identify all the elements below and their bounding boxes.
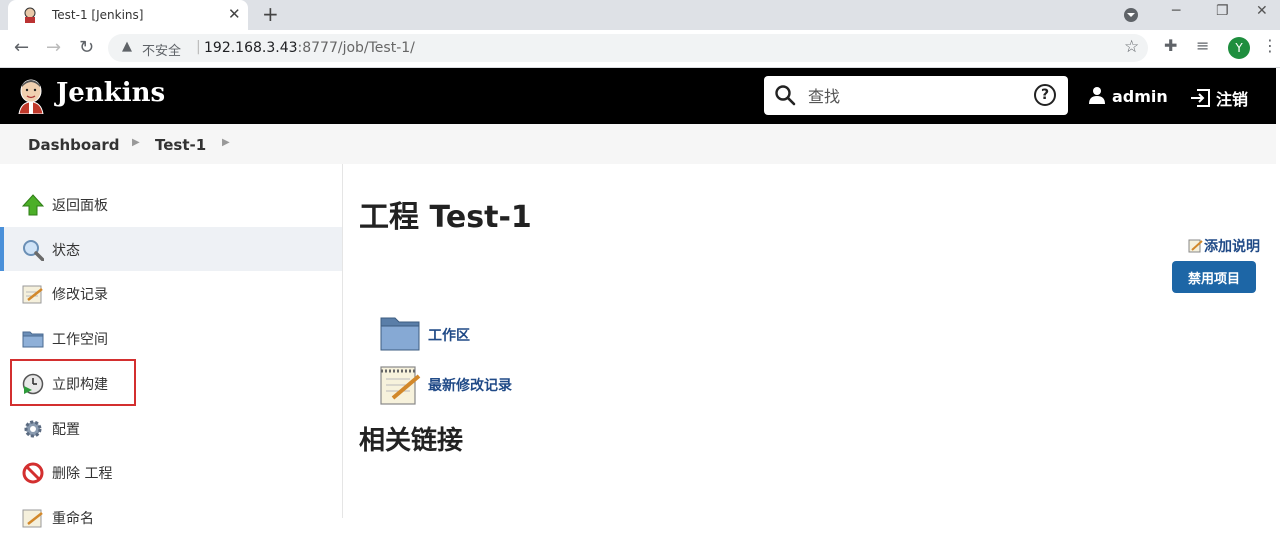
warning-icon[interactable]: ▲: [122, 39, 132, 54]
breadcrumb: Dashboard ▶ Test-1 ▶: [0, 124, 1276, 164]
sidebar-item-label: 返回面板: [52, 198, 108, 214]
search-icon: [775, 85, 796, 106]
search-box: ?: [764, 76, 1068, 115]
notepad-icon: [22, 285, 43, 304]
minimize-icon[interactable]: ─: [1172, 3, 1180, 19]
add-description-link[interactable]: 添加说明: [1188, 236, 1260, 256]
up-arrow-icon: [22, 194, 44, 216]
help-icon[interactable]: ?: [1034, 84, 1056, 106]
magnifier-icon: [23, 240, 44, 261]
notepad-icon: [380, 366, 421, 405]
tab-search-icon[interactable]: [1124, 8, 1138, 22]
jenkins-header: Jenkins ? admin 注销: [0, 68, 1276, 124]
back-icon[interactable]: ←: [14, 37, 29, 58]
url-text[interactable]: 192.168.3.43:8777/job/Test-1/: [204, 40, 415, 56]
page-title: 工程 Test-1: [359, 200, 532, 235]
sidebar-item-label: 立即构建: [52, 377, 108, 393]
folder-icon: [380, 317, 420, 351]
jenkins-brand[interactable]: Jenkins: [56, 78, 165, 108]
browser-tabstrip: Test-1 [Jenkins] ✕ + ─ ❐ ✕: [0, 0, 1280, 30]
username: admin: [1112, 87, 1168, 106]
logout-label: 注销: [1216, 90, 1249, 109]
reload-icon[interactable]: ↻: [79, 37, 94, 58]
side-panel: 返回面板 状态 修改记录 工作空间 立即构建 配置 删除 工程 重命名: [0, 164, 343, 528]
tab-close-icon[interactable]: ✕: [228, 5, 241, 23]
jenkins-logo-icon[interactable]: [16, 78, 46, 114]
sidebar-item-label: 修改记录: [52, 287, 108, 303]
sidebar-item-label: 删除 工程: [52, 466, 113, 482]
breadcrumb-dashboard[interactable]: Dashboard: [28, 136, 119, 154]
restore-icon[interactable]: ❐: [1216, 3, 1229, 19]
disable-project-button[interactable]: 禁用项目: [1172, 261, 1256, 293]
folder-icon: [22, 331, 44, 348]
add-description-label: 添加说明: [1204, 239, 1260, 255]
sidebar-item-changes[interactable]: 修改记录: [0, 271, 342, 315]
tab-title: Test-1 [Jenkins]: [52, 8, 144, 22]
breadcrumb-job[interactable]: Test-1: [155, 136, 206, 154]
sidebar-item-build-now[interactable]: 立即构建: [0, 361, 342, 405]
breadcrumb-chevron-icon[interactable]: ▶: [222, 137, 230, 148]
omnibox-divider: |: [196, 39, 201, 55]
build-clock-icon: [22, 373, 44, 395]
browser-toolbar: ← → ↻ ▲ 不安全 | 192.168.3.43:8777/job/Test…: [0, 30, 1280, 68]
main-panel: 工程 Test-1 添加说明 禁用项目 工作区 最新修改记录 相关链接: [343, 164, 1276, 518]
sidebar-item-back-to-dashboard[interactable]: 返回面板: [0, 182, 342, 226]
latest-changes-link-label: 最新修改记录: [428, 378, 512, 394]
sidebar-item-rename[interactable]: 重命名: [0, 495, 342, 539]
sidebar-item-label: 重命名: [52, 511, 94, 527]
logout-link[interactable]: 注销: [1190, 86, 1248, 110]
gear-icon: [24, 420, 42, 438]
user-link[interactable]: admin: [1088, 86, 1168, 106]
menu-icon[interactable]: ⋮: [1262, 36, 1278, 55]
workspace-link-label: 工作区: [428, 328, 470, 344]
sidebar-item-configure[interactable]: 配置: [0, 406, 342, 450]
bookmark-star-icon[interactable]: ☆: [1124, 37, 1139, 57]
media-control-icon[interactable]: ≡: [1196, 36, 1209, 55]
search-input[interactable]: [806, 82, 1030, 110]
sidebar-item-delete-project[interactable]: 删除 工程: [0, 450, 342, 494]
related-links-heading: 相关链接: [359, 426, 464, 456]
profile-avatar[interactable]: Y: [1228, 37, 1250, 59]
sidebar-item-label: 工作空间: [52, 332, 108, 348]
jenkins-favicon-icon: [24, 7, 36, 23]
browser-tab[interactable]: Test-1 [Jenkins] ✕: [8, 0, 248, 30]
close-window-icon[interactable]: ✕: [1256, 3, 1268, 19]
notepad-icon: [22, 509, 43, 528]
logout-icon: [1191, 89, 1210, 107]
forward-icon[interactable]: →: [46, 37, 61, 58]
user-icon: [1089, 87, 1105, 104]
sidebar-item-status[interactable]: 状态: [0, 227, 342, 271]
new-tab-icon[interactable]: +: [262, 2, 279, 26]
address-bar[interactable]: ▲ 不安全 | 192.168.3.43:8777/job/Test-1/ ☆: [108, 34, 1148, 62]
sidebar-item-label: 状态: [52, 243, 80, 259]
sidebar-item-label: 配置: [52, 422, 80, 438]
edit-note-icon: [1188, 239, 1203, 253]
extensions-icon[interactable]: ✚: [1164, 36, 1177, 55]
security-label[interactable]: 不安全: [142, 40, 181, 59]
sidebar-item-workspace[interactable]: 工作空间: [0, 316, 342, 360]
no-entry-icon: [22, 462, 44, 484]
breadcrumb-chevron-icon[interactable]: ▶: [132, 137, 140, 148]
